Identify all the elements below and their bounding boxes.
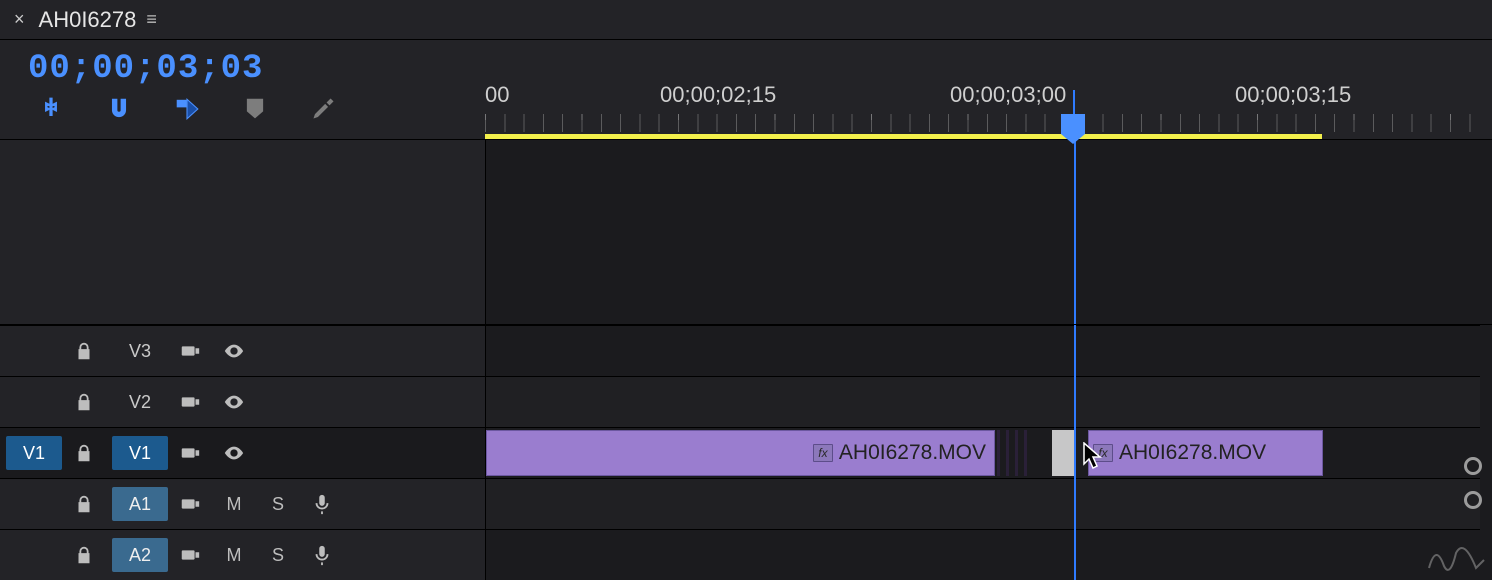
ruler-label: 00: [485, 82, 509, 108]
sync-lock-icon[interactable]: [168, 385, 212, 419]
mute-track-button[interactable]: M: [212, 538, 256, 572]
cut-marks: [997, 430, 1027, 476]
timeline-empty-region: [0, 140, 1492, 325]
sync-lock-icon[interactable]: [168, 436, 212, 470]
insert-overwrite-icon[interactable]: [38, 96, 64, 122]
sync-lock-icon[interactable]: [168, 538, 212, 572]
track-v2-lane[interactable]: [486, 376, 1480, 427]
clip-a-name: AH0I6278.MOV: [839, 441, 986, 465]
solo-track-button[interactable]: S: [256, 487, 300, 521]
timeline-tracks-region: V3V2V1V1A1MSA2MS fx AH0I6278.MOV fx A: [0, 325, 1492, 580]
timeline-tool-row: [28, 96, 485, 122]
track-headers: V3 V2 V1 V1 A1 MS A2 MS: [0, 325, 485, 580]
clip-a[interactable]: fx AH0I6278.MOV: [486, 430, 995, 476]
voiceover-record-icon[interactable]: [300, 487, 344, 521]
panel-menu-icon[interactable]: ≡: [146, 9, 157, 30]
fx-badge-icon[interactable]: fx: [813, 444, 833, 462]
target-patch-v2[interactable]: V2: [112, 385, 168, 419]
track-header-v1: V1 V1: [0, 427, 485, 478]
lock-track-icon[interactable]: [62, 385, 106, 419]
playhead-line-mid: [1074, 140, 1076, 324]
track-header-v2: V2: [0, 376, 485, 427]
source-patch-a1[interactable]: [6, 487, 62, 521]
mute-track-button[interactable]: M: [212, 487, 256, 521]
clip-b[interactable]: fx AH0I6278.MOV: [1088, 430, 1323, 476]
track-v1-lane[interactable]: fx AH0I6278.MOV fx AH0I6278.MOV: [486, 427, 1480, 478]
zoom-handle-mid[interactable]: [1464, 457, 1482, 475]
ruler-ticks: [485, 114, 1480, 132]
linked-selection-icon[interactable]: [174, 96, 200, 122]
close-panel-icon[interactable]: ×: [14, 9, 25, 30]
source-patch-v2[interactable]: [6, 385, 62, 419]
track-header-a1: A1 MS: [0, 478, 485, 529]
ruler-label: 00;00;02;15: [660, 82, 776, 108]
mouse-cursor-icon: [1082, 442, 1104, 470]
source-patch-v1[interactable]: V1: [6, 436, 62, 470]
marker-icon[interactable]: [242, 96, 268, 122]
track-a1-lane[interactable]: [486, 478, 1480, 529]
track-header-spacer: [0, 140, 485, 324]
sync-lock-icon[interactable]: [168, 334, 212, 368]
zoom-handle-bottom[interactable]: [1464, 491, 1482, 509]
track-header-v3: V3: [0, 325, 485, 376]
timeline-top-left: 00;00;03;03: [0, 40, 485, 139]
target-patch-a2[interactable]: A2: [112, 538, 168, 572]
panel-tabbar: × AH0I6278 ≡: [0, 0, 1492, 40]
toggle-track-output-icon[interactable]: [212, 334, 256, 368]
settings-wrench-icon[interactable]: [310, 96, 336, 122]
work-area-bar[interactable]: [485, 134, 1322, 139]
clip-b-name: AH0I6278.MOV: [1119, 441, 1266, 465]
track-a2-lane[interactable]: [486, 529, 1480, 580]
source-patch-v3[interactable]: [6, 334, 62, 368]
solo-track-button[interactable]: S: [256, 538, 300, 572]
target-patch-a1[interactable]: A1: [112, 487, 168, 521]
lock-track-icon[interactable]: [62, 538, 106, 572]
track-header-a2: A2 MS: [0, 529, 485, 580]
toggle-track-output-icon[interactable]: [212, 436, 256, 470]
lock-track-icon[interactable]: [62, 436, 106, 470]
playhead-handle[interactable]: [1061, 114, 1085, 134]
target-patch-v1[interactable]: V1: [112, 436, 168, 470]
lock-track-icon[interactable]: [62, 334, 106, 368]
toggle-track-output-icon[interactable]: [212, 385, 256, 419]
snap-icon[interactable]: [106, 96, 132, 122]
track-content-spacer: [485, 140, 1492, 324]
time-ruler[interactable]: 00 00;00;02;15 00;00;03;00 00;00;03;15: [485, 40, 1492, 139]
watermark-signature: [1426, 538, 1486, 578]
sequence-tab-title[interactable]: AH0I6278: [39, 7, 137, 33]
sync-lock-icon[interactable]: [168, 487, 212, 521]
track-content[interactable]: fx AH0I6278.MOV fx AH0I6278.MOV: [485, 325, 1492, 580]
source-patch-a2[interactable]: [6, 538, 62, 572]
ruler-label: 00;00;03;00: [950, 82, 1066, 108]
playhead-timecode[interactable]: 00;00;03;03: [28, 50, 485, 88]
cut-gap[interactable]: [1052, 430, 1076, 476]
voiceover-record-icon[interactable]: [300, 538, 344, 572]
playhead-line-tracks: [1074, 325, 1076, 580]
ruler-label: 00;00;03;15: [1235, 82, 1351, 108]
track-v3-lane[interactable]: [486, 325, 1480, 376]
timeline-top-region: 00;00;03;03 00 00;00;02;15 00;00;03;00 00;0…: [0, 40, 1492, 140]
lock-track-icon[interactable]: [62, 487, 106, 521]
target-patch-v3[interactable]: V3: [112, 334, 168, 368]
